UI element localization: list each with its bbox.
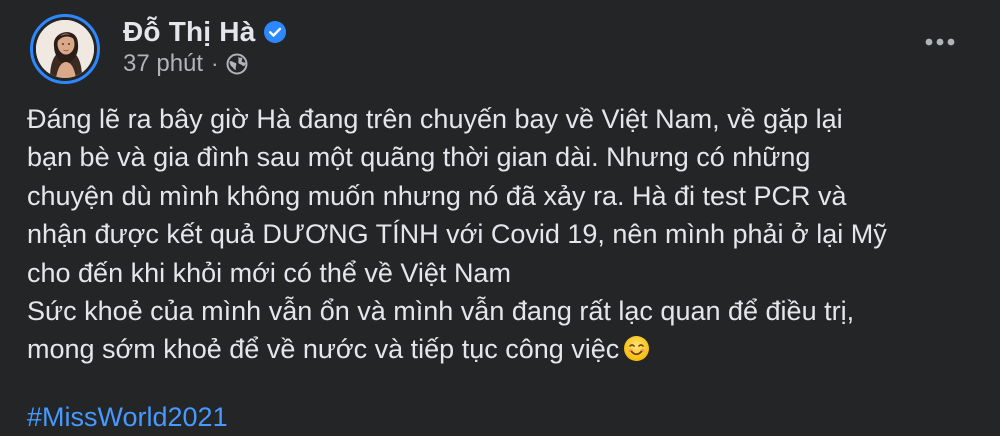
post-body-line: bạn bè và gia đình sau một quãng thời gi… bbox=[27, 142, 811, 173]
hashtag-link[interactable]: #MissWorld2021 bbox=[27, 398, 228, 436]
smiling-face-emoji-icon bbox=[623, 334, 650, 362]
post-body-line: cho đến khi khỏi mới có thể về Việt Nam bbox=[27, 257, 511, 288]
facebook-post: Đỗ Thị Hà 37 phút · Đáng lẽ ra bây giờ H… bbox=[0, 0, 1000, 436]
meta-separator: · bbox=[211, 51, 219, 76]
post-body-line-text: mong sớm khoẻ để về nước và tiếp tục côn… bbox=[27, 334, 620, 365]
post-body-line: chuyện dù mình không muốn nhưng nó đã xả… bbox=[27, 180, 847, 211]
post-body-line: nhận được kết quả DƯƠNG TÍNH với Covid 1… bbox=[27, 219, 887, 250]
post-timestamp[interactable]: 37 phút bbox=[123, 50, 203, 78]
more-options-button[interactable] bbox=[918, 26, 962, 58]
avatar-photo bbox=[36, 20, 94, 78]
post-body-line-last: mong sớm khoẻ để về nước và tiếp tục côn… bbox=[27, 330, 987, 368]
author-header: Đỗ Thị Hà bbox=[123, 12, 287, 52]
post-body: Đáng lẽ ra bây giờ Hà đang trên chuyến b… bbox=[27, 100, 987, 369]
globe-icon[interactable] bbox=[226, 53, 248, 75]
post-body-line: Sức khoẻ của mình vẫn ổn và mình vẫn đan… bbox=[27, 296, 855, 327]
post-body-line: Đáng lẽ ra bây giờ Hà đang trên chuyến b… bbox=[27, 104, 843, 134]
verified-badge-icon bbox=[264, 21, 287, 43]
more-options-icon bbox=[925, 38, 955, 46]
author-avatar[interactable] bbox=[30, 14, 100, 84]
post-meta: 37 phút · bbox=[123, 48, 248, 80]
author-name[interactable]: Đỗ Thị Hà bbox=[123, 16, 255, 48]
